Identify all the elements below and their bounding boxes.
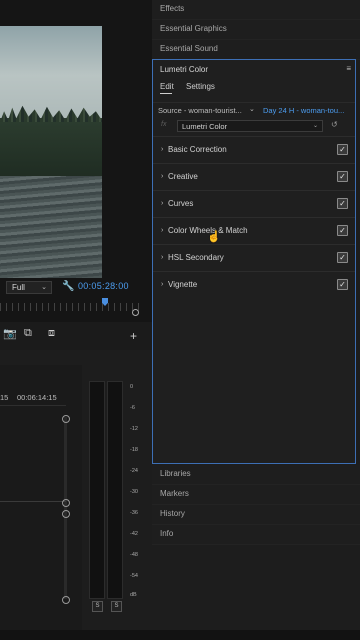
chevron-right-icon[interactable]: › <box>161 227 163 234</box>
panel-essential-graphics[interactable]: Essential Graphics <box>152 20 360 40</box>
bottom-strip <box>0 630 360 640</box>
scroll-handle[interactable] <box>62 499 70 507</box>
tab-settings[interactable]: Settings <box>186 82 215 91</box>
chevron-right-icon[interactable]: › <box>161 254 163 261</box>
timeline-scrollbar[interactable] <box>64 417 67 599</box>
add-button-icon[interactable]: + <box>130 329 137 343</box>
meter-tick: -42 <box>130 531 138 537</box>
meter-tick: -48 <box>130 552 138 558</box>
video-preview[interactable] <box>0 26 102 278</box>
section-color-wheels-match[interactable]: › Color Wheels & Match ✓ ☝ <box>153 217 355 245</box>
scroll-handle[interactable] <box>62 510 70 518</box>
chevron-right-icon[interactable]: › <box>161 200 163 207</box>
timeline-time-label: 15 <box>0 393 9 402</box>
meter-tick: 0 <box>130 384 134 390</box>
source-row: Source - woman-tourist... ⌄ Day 24 H - w… <box>153 102 355 119</box>
meter-tick: -6 <box>130 405 135 411</box>
section-label: Vignette <box>168 280 198 289</box>
chevron-down-icon: ⌄ <box>312 123 318 129</box>
chevron-down-icon[interactable]: ⌄ <box>249 105 255 113</box>
meter-tick: -12 <box>130 426 138 432</box>
source-clip-selector[interactable]: Source - woman-tourist... <box>158 106 242 115</box>
audio-meter-right <box>107 381 123 599</box>
timeline-divider <box>0 405 66 406</box>
active-tab-indicator <box>160 93 172 94</box>
panel-info[interactable]: Info <box>152 525 360 545</box>
meter-tick: -24 <box>130 468 138 474</box>
audio-meters <box>86 378 132 614</box>
chevron-down-icon: ⌄ <box>41 284 47 291</box>
resolution-value: Full <box>12 283 25 292</box>
lumetri-color-panel: Lumetri Color ≡ Edit Settings Source - w… <box>152 59 356 464</box>
effect-select[interactable]: Lumetri Color ⌄ <box>177 120 323 132</box>
section-label: Creative <box>168 172 198 181</box>
mouse-cursor-icon: ☝ <box>207 231 221 243</box>
section-basic-correction[interactable]: › Basic Correction ✓ <box>153 136 355 164</box>
enable-checkbox[interactable]: ✓ <box>337 252 348 263</box>
panel-effects[interactable]: Effects <box>152 0 360 20</box>
panel-history[interactable]: History <box>152 505 360 525</box>
playhead-timecode[interactable]: 00:05:28:00 <box>78 281 129 291</box>
section-curves[interactable]: › Curves ✓ <box>153 190 355 218</box>
panel-essential-sound[interactable]: Essential Sound <box>152 40 360 60</box>
tab-edit[interactable]: Edit <box>160 82 174 91</box>
wrench-icon[interactable]: 🔧 <box>62 281 74 292</box>
meter-unit: dB <box>130 592 137 598</box>
timeline-time-label: 00:06:14:15 <box>17 393 57 402</box>
resolution-dropdown[interactable]: Full ⌄ <box>6 281 52 294</box>
monitor-time-ruler[interactable] <box>0 303 140 311</box>
section-label: Curves <box>168 199 194 208</box>
monitor-controls: 📷 ⧉ ⧈ + <box>0 322 152 350</box>
zoom-scroll-handle[interactable] <box>132 309 139 316</box>
solo-button-left[interactable]: S <box>92 601 103 612</box>
meter-tick: -54 <box>130 573 138 579</box>
effect-row: fx Lumetri Color ⌄ ↺ <box>153 118 355 134</box>
section-label: HSL Secondary <box>168 253 224 262</box>
enable-checkbox[interactable]: ✓ <box>337 198 348 209</box>
enable-checkbox[interactable]: ✓ <box>337 279 348 290</box>
reset-icon[interactable]: ↺ <box>331 120 338 129</box>
fx-icon[interactable]: fx <box>161 121 166 128</box>
chevron-right-icon[interactable]: › <box>161 173 163 180</box>
scroll-handle[interactable] <box>62 596 70 604</box>
section-hsl-secondary[interactable]: › HSL Secondary ✓ <box>153 244 355 272</box>
comparison-view-icon[interactable]: ⧉ <box>24 327 32 340</box>
camera-icon[interactable]: 📷 <box>3 327 17 340</box>
section-vignette[interactable]: › Vignette ✓ <box>153 271 355 299</box>
enable-checkbox[interactable]: ✓ <box>337 225 348 236</box>
enable-checkbox[interactable]: ✓ <box>337 171 348 182</box>
scroll-handle[interactable] <box>62 415 70 423</box>
panel-markers[interactable]: Markers <box>152 485 360 505</box>
panel-title: Lumetri Color <box>160 65 209 74</box>
multicam-icon[interactable]: ⧈ <box>48 327 55 340</box>
sequence-clip-link[interactable]: Day 24 H - woman-tou... <box>263 106 344 115</box>
section-label: Basic Correction <box>168 145 227 154</box>
meter-tick: -36 <box>130 510 138 516</box>
enable-checkbox[interactable]: ✓ <box>337 144 348 155</box>
section-creative[interactable]: › Creative ✓ <box>153 163 355 191</box>
track-divider[interactable] <box>0 501 66 502</box>
meter-tick: -18 <box>130 447 138 453</box>
chevron-right-icon[interactable]: › <box>161 146 163 153</box>
hamburger-menu-icon[interactable]: ≡ <box>346 64 351 73</box>
solo-button-right[interactable]: S <box>111 601 122 612</box>
meter-tick: -30 <box>130 489 138 495</box>
audio-meter-left <box>89 381 105 599</box>
chevron-right-icon[interactable]: › <box>161 281 163 288</box>
timeline-panel: 15 00:06:14:15 <box>0 365 82 640</box>
effect-select-value: Lumetri Color <box>182 122 228 131</box>
panel-libraries[interactable]: Libraries <box>152 465 360 485</box>
